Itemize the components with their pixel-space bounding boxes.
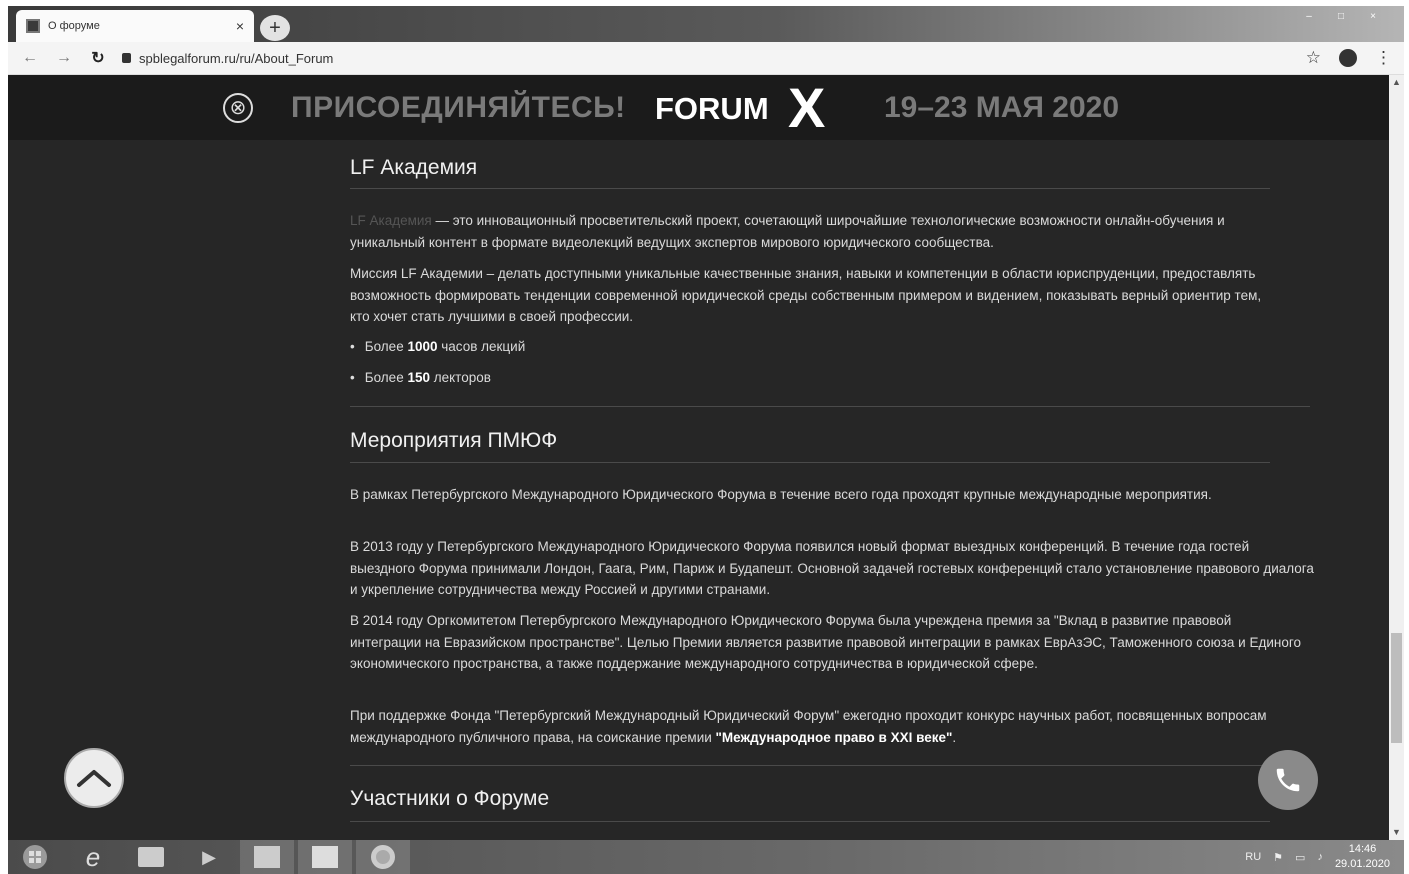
flag-icon[interactable]: ⚑ — [1273, 851, 1283, 864]
clock-date: 29.01.2020 — [1334, 858, 1390, 870]
chrome-icon — [371, 845, 395, 869]
taskbar-explorer[interactable] — [124, 840, 178, 874]
section-title-participants: Участники о Форуме — [350, 787, 550, 810]
menu-dots-icon[interactable]: ⋮ — [1375, 48, 1392, 68]
divider — [350, 406, 1310, 407]
reload-icon[interactable]: ↻ — [88, 48, 108, 68]
tab-close-icon[interactable]: × — [236, 18, 244, 34]
start-orb-icon — [23, 845, 47, 869]
page-scrollbar[interactable]: ▲ ▼ — [1389, 75, 1404, 840]
taskbar-ie[interactable]: e — [66, 840, 120, 874]
tab-title: О форуме — [48, 20, 100, 32]
taskbar-outlook[interactable] — [240, 840, 294, 874]
language-indicator[interactable]: RU — [1245, 851, 1261, 863]
academy-paragraph-1: LF Академия — это инновационный просвети… — [350, 213, 1225, 250]
address-bar[interactable]: spblegalforum.ru/ru/About_Forum — [122, 51, 1292, 66]
lock-icon — [122, 53, 131, 63]
list-item: Более 150 лекторов — [350, 367, 525, 389]
academy-stats-list: Более 1000 часов лекций Более 150 лектор… — [350, 336, 526, 389]
profile-avatar-icon[interactable] — [1339, 49, 1357, 67]
window-controls: – □ × — [1296, 10, 1386, 24]
browser-tab[interactable]: О форуме × — [16, 10, 254, 42]
url-text[interactable]: spblegalforum.ru/ru/About_Forum — [139, 51, 333, 66]
list-item: Более 1000 часов лекций — [350, 336, 526, 358]
events-paragraph-4: При поддержке Фонда "Петербургский Между… — [350, 708, 1267, 745]
os-taskbar: e ▶ RU ⚑ ▭ ♪ 14:46 29.01.2020 — [8, 840, 1404, 874]
section-title-academy: LF Академия — [350, 156, 478, 179]
banner-forum-text: FORUM — [655, 91, 769, 126]
media-player-icon: ▶ — [202, 846, 216, 867]
volume-icon[interactable]: ♪ — [1317, 851, 1323, 863]
system-tray: RU ⚑ ▭ ♪ 14:46 29.01.2020 — [1245, 840, 1390, 874]
web-page: ⊗ ПРИСОЕДИНЯЙТЕСЬ! FORUM X 19–23 МАЯ 202… — [8, 75, 1389, 840]
banner-dates: 19–23 МАЯ 2020 — [884, 91, 1120, 124]
minimize-button[interactable]: – — [1296, 10, 1322, 24]
section-title-events: Мероприятия ПМЮФ — [350, 429, 558, 452]
ie-icon: e — [85, 841, 101, 872]
folder-icon — [138, 847, 164, 867]
forward-arrow-icon[interactable]: → — [54, 49, 74, 67]
divider — [350, 765, 1310, 766]
events-paragraph-3: В 2014 году Оргкомитетом Петербургского … — [350, 613, 1301, 671]
back-arrow-icon[interactable]: ← — [20, 49, 40, 67]
divider — [350, 462, 1270, 463]
scroll-up-arrow-icon[interactable]: ▲ — [1392, 77, 1401, 87]
site-favicon-icon — [26, 19, 40, 33]
promo-banner[interactable]: ⊗ ПРИСОЕДИНЯЙТЕСЬ! FORUM X 19–23 МАЯ 202… — [8, 75, 1389, 140]
call-button[interactable] — [1258, 750, 1318, 810]
events-paragraph-1: В рамках Петербургского Международного Ю… — [350, 487, 1212, 502]
bookmark-star-icon[interactable]: ☆ — [1306, 48, 1321, 68]
banner-close-icon[interactable]: ⊗ — [223, 93, 253, 123]
window-close-button[interactable]: × — [1360, 10, 1386, 24]
clock-time: 14:46 — [1348, 843, 1377, 855]
maximize-button[interactable]: □ — [1328, 10, 1354, 24]
divider — [350, 821, 1270, 822]
scrollbar-thumb[interactable] — [1391, 633, 1402, 743]
taskbar-chrome[interactable] — [356, 840, 410, 874]
outlook-icon — [254, 846, 280, 868]
clock[interactable]: 14:46 29.01.2020 — [1335, 842, 1390, 872]
scroll-to-top-button[interactable] — [64, 748, 124, 808]
scroll-down-arrow-icon[interactable]: ▼ — [1392, 827, 1401, 837]
divider — [350, 188, 1270, 189]
browser-tabstrip: О форуме × + – □ × — [8, 6, 1404, 42]
events-paragraph-2: В 2013 году у Петербургского Международн… — [350, 539, 1314, 597]
taskbar-media[interactable]: ▶ — [182, 840, 236, 874]
word-icon — [312, 846, 338, 868]
chevron-up-icon — [77, 770, 111, 787]
academy-paragraph-2: Миссия LF Академии – делать доступными у… — [350, 266, 1262, 324]
start-button[interactable] — [8, 840, 62, 874]
taskbar-word[interactable] — [298, 840, 352, 874]
network-icon[interactable]: ▭ — [1295, 851, 1305, 864]
new-tab-button[interactable]: + — [260, 15, 290, 41]
phone-icon — [1276, 768, 1300, 792]
banner-forum-x: X — [788, 76, 826, 139]
banner-join-text: ПРИСОЕДИНЯЙТЕСЬ! — [291, 91, 626, 124]
browser-toolbar: ← → ↻ spblegalforum.ru/ru/About_Forum ☆ … — [8, 42, 1404, 75]
academy-link[interactable]: LF Академия — [350, 213, 432, 228]
